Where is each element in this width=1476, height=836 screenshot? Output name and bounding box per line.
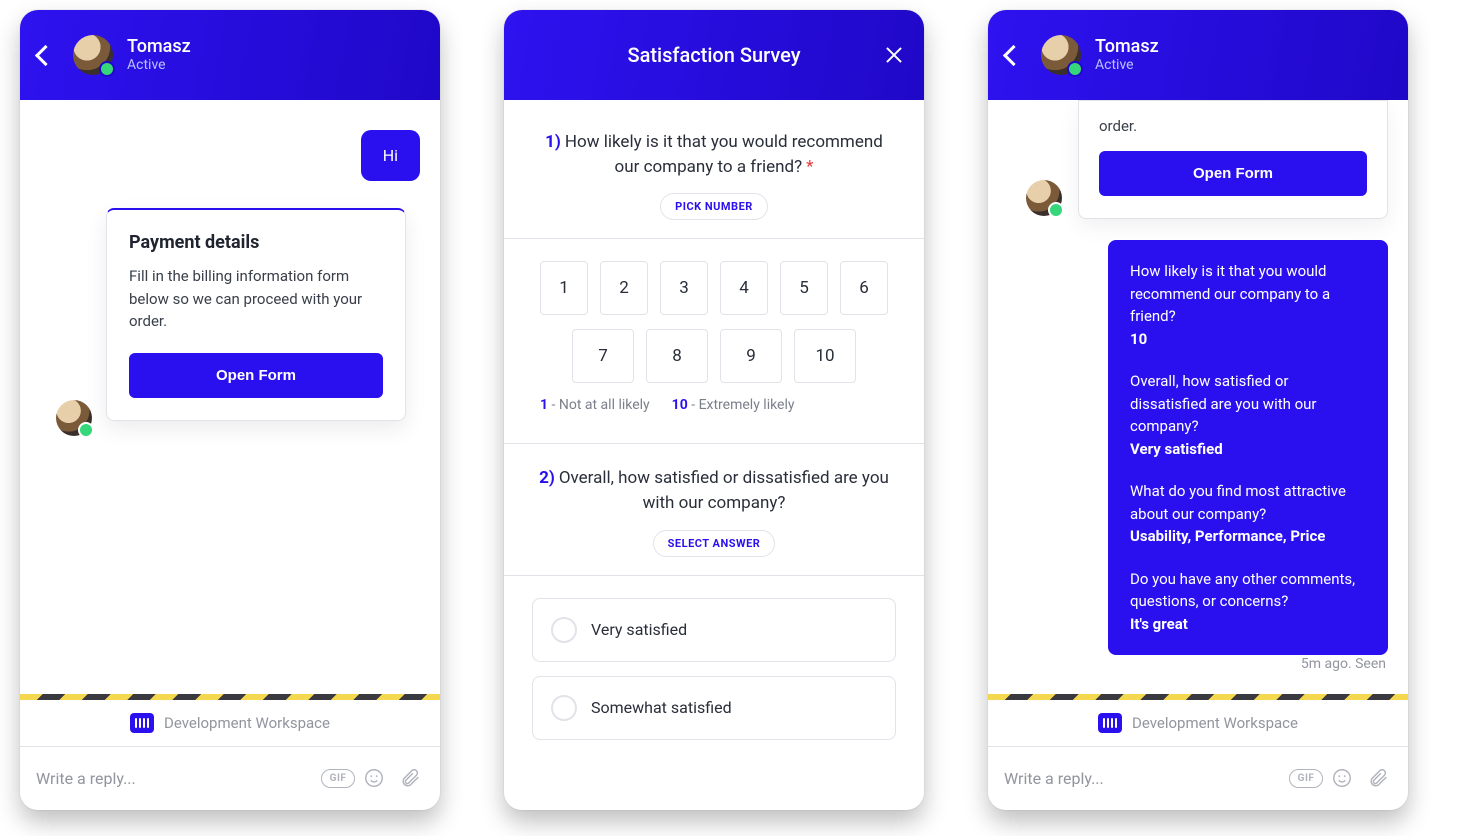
qa-pair: How likely is it that you would recommen… xyxy=(1130,260,1366,350)
question-number: 1) xyxy=(545,132,561,152)
rating-option[interactable]: 8 xyxy=(646,329,708,383)
rating-option[interactable]: 1 xyxy=(540,261,588,315)
qa-pair: Do you have any other comments, question… xyxy=(1130,568,1366,636)
rating-option[interactable]: 7 xyxy=(572,329,634,383)
rating-option[interactable]: 3 xyxy=(660,261,708,315)
answer-option[interactable]: Somewhat satisfied xyxy=(532,676,896,740)
separator xyxy=(504,238,924,239)
payment-card: Payment details Fill in the billing info… xyxy=(106,208,406,421)
back-icon[interactable] xyxy=(35,44,56,65)
number-grid-row1: 1 2 3 4 5 6 xyxy=(540,261,888,315)
survey-header: Satisfaction Survey xyxy=(504,10,924,100)
presence-dot-icon xyxy=(99,61,115,77)
question-2-text: 2)Overall, how satisfied or dissatisfied… xyxy=(532,466,896,515)
rating-legend: 1 - Not at all likely 10 - Extremely lik… xyxy=(540,397,888,413)
select-answer-pill: SELECT ANSWER xyxy=(653,530,776,557)
attachment-icon[interactable] xyxy=(396,764,424,792)
pick-number-pill: PICK NUMBER xyxy=(660,193,768,220)
gif-icon[interactable]: GIF xyxy=(1292,764,1320,792)
partial-card: order. Open Form xyxy=(1078,100,1388,219)
chat-screen-answers: Tomasz Active order. Open Form How likel… xyxy=(988,10,1408,810)
workspace-row: Development Workspace xyxy=(988,700,1408,746)
workspace-row: Development Workspace xyxy=(20,700,440,746)
message-avatar xyxy=(56,400,92,436)
survey-screen: Satisfaction Survey 1)How likely is it t… xyxy=(504,10,924,810)
rating-option[interactable]: 6 xyxy=(840,261,888,315)
open-form-button[interactable]: Open Form xyxy=(129,353,383,398)
survey-title: Satisfaction Survey xyxy=(627,43,800,67)
qa-answer: 10 xyxy=(1130,328,1366,351)
back-icon[interactable] xyxy=(1003,44,1024,65)
qa-question: How likely is it that you would recommen… xyxy=(1130,260,1366,328)
qa-question: Overall, how satisfied or dissatisfied a… xyxy=(1130,370,1366,438)
number-grid-row2: 7 8 9 10 xyxy=(572,329,856,383)
attachment-icon[interactable] xyxy=(1364,764,1392,792)
chat-screen-payment: Tomasz Active Hi Payment details Fill in… xyxy=(20,10,440,810)
presence-dot-icon xyxy=(1048,202,1064,218)
chat-body: Hi Payment details Fill in the billing i… xyxy=(20,100,440,810)
user-presence: Active xyxy=(1095,57,1159,74)
gif-icon[interactable]: GIF xyxy=(324,764,352,792)
question-number: 2) xyxy=(539,468,555,488)
qa-pair: Overall, how satisfied or dissatisfied a… xyxy=(1130,370,1366,460)
qa-answer: It's great xyxy=(1130,613,1366,636)
user-name: Tomasz xyxy=(1095,36,1159,58)
presence-dot-icon xyxy=(78,422,94,438)
chat-footer: Development Workspace Write a reply... G… xyxy=(988,700,1408,810)
card-trailing-text: order. xyxy=(1099,117,1367,135)
chat-body: order. Open Form How likely is it that y… xyxy=(988,100,1408,810)
card-body: Fill in the billing information form bel… xyxy=(129,265,383,333)
chat-header: Tomasz Active xyxy=(988,10,1408,100)
rating-option[interactable]: 9 xyxy=(720,329,782,383)
emoji-icon[interactable] xyxy=(1328,764,1356,792)
rating-option[interactable]: 2 xyxy=(600,261,648,315)
close-icon[interactable] xyxy=(884,45,904,65)
reply-bar[interactable]: Write a reply... GIF xyxy=(20,746,440,810)
separator xyxy=(504,575,924,576)
user-identity: Tomasz Active xyxy=(127,36,191,74)
open-form-button[interactable]: Open Form xyxy=(1099,151,1367,196)
answer-label: Very satisfied xyxy=(591,620,687,639)
qa-answer: Very satisfied xyxy=(1130,438,1366,461)
qa-question: What do you find most attractive about o… xyxy=(1130,480,1366,525)
user-identity: Tomasz Active xyxy=(1095,36,1159,74)
answer-label: Somewhat satisfied xyxy=(591,698,732,717)
rating-option[interactable]: 5 xyxy=(780,261,828,315)
workspace-icon xyxy=(1098,713,1122,733)
radio-icon xyxy=(551,695,577,721)
workspace-label: Development Workspace xyxy=(164,714,330,732)
answer-option[interactable]: Very satisfied xyxy=(532,598,896,662)
card-title: Payment details xyxy=(129,232,383,253)
qa-answer: Usability, Performance, Price xyxy=(1130,525,1366,548)
user-name: Tomasz xyxy=(127,36,191,58)
qa-question: Do you have any other comments, question… xyxy=(1130,568,1366,613)
avatar[interactable] xyxy=(1041,35,1081,75)
survey-body: 1)How likely is it that you would recomm… xyxy=(504,100,924,810)
qa-pair: What do you find most attractive about o… xyxy=(1130,480,1366,548)
survey-answers-bubble: How likely is it that you would recommen… xyxy=(1108,240,1388,655)
reply-placeholder: Write a reply... xyxy=(1004,769,1284,788)
outgoing-message: Hi xyxy=(361,130,420,181)
required-marker: * xyxy=(806,157,813,177)
workspace-label: Development Workspace xyxy=(1132,714,1298,732)
presence-dot-icon xyxy=(1067,61,1083,77)
separator xyxy=(504,443,924,444)
chat-footer: Development Workspace Write a reply... G… xyxy=(20,700,440,810)
emoji-icon[interactable] xyxy=(360,764,388,792)
radio-icon xyxy=(551,617,577,643)
question-1-text: 1)How likely is it that you would recomm… xyxy=(532,130,896,179)
avatar[interactable] xyxy=(73,35,113,75)
rating-option[interactable]: 10 xyxy=(794,329,856,383)
user-presence: Active xyxy=(127,57,191,74)
chat-header: Tomasz Active xyxy=(20,10,440,100)
message-timestamp: 5m ago. Seen xyxy=(1301,656,1386,672)
message-avatar xyxy=(1026,180,1062,216)
workspace-icon xyxy=(130,713,154,733)
rating-option[interactable]: 4 xyxy=(720,261,768,315)
reply-bar[interactable]: Write a reply... GIF xyxy=(988,746,1408,810)
reply-placeholder: Write a reply... xyxy=(36,769,316,788)
